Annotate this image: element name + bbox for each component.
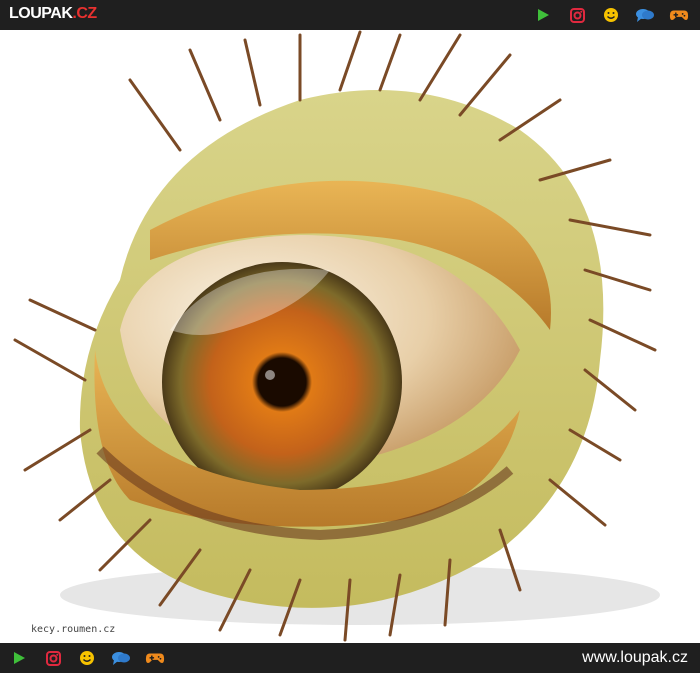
bottom-bar: www.loupak.cz <box>0 643 700 673</box>
site-logo[interactable]: LOUPAK.CZ <box>9 5 97 23</box>
top-bar: LOUPAK.CZ <box>0 0 700 30</box>
instagram-icon[interactable] <box>43 648 63 668</box>
smiley-icon[interactable] <box>601 5 621 25</box>
main-photo: kecy.roumen.cz <box>0 30 700 643</box>
instagram-icon[interactable] <box>567 5 587 25</box>
top-icon-group <box>533 5 689 25</box>
chat-icon[interactable] <box>111 648 131 668</box>
logo-text: LOUPAK <box>9 5 73 22</box>
logo-suffix: .CZ <box>72 5 97 22</box>
bottom-icon-group <box>9 648 165 668</box>
gamepad-icon[interactable] <box>669 5 689 25</box>
play-icon[interactable] <box>533 5 553 25</box>
chestnut-eye-image <box>13 30 660 642</box>
site-url-link[interactable]: www.loupak.cz <box>582 649 688 667</box>
chat-icon[interactable] <box>635 5 655 25</box>
gamepad-icon[interactable] <box>145 648 165 668</box>
play-icon[interactable] <box>9 648 29 668</box>
photo-watermark: kecy.roumen.cz <box>29 624 118 635</box>
smiley-icon[interactable] <box>77 648 97 668</box>
